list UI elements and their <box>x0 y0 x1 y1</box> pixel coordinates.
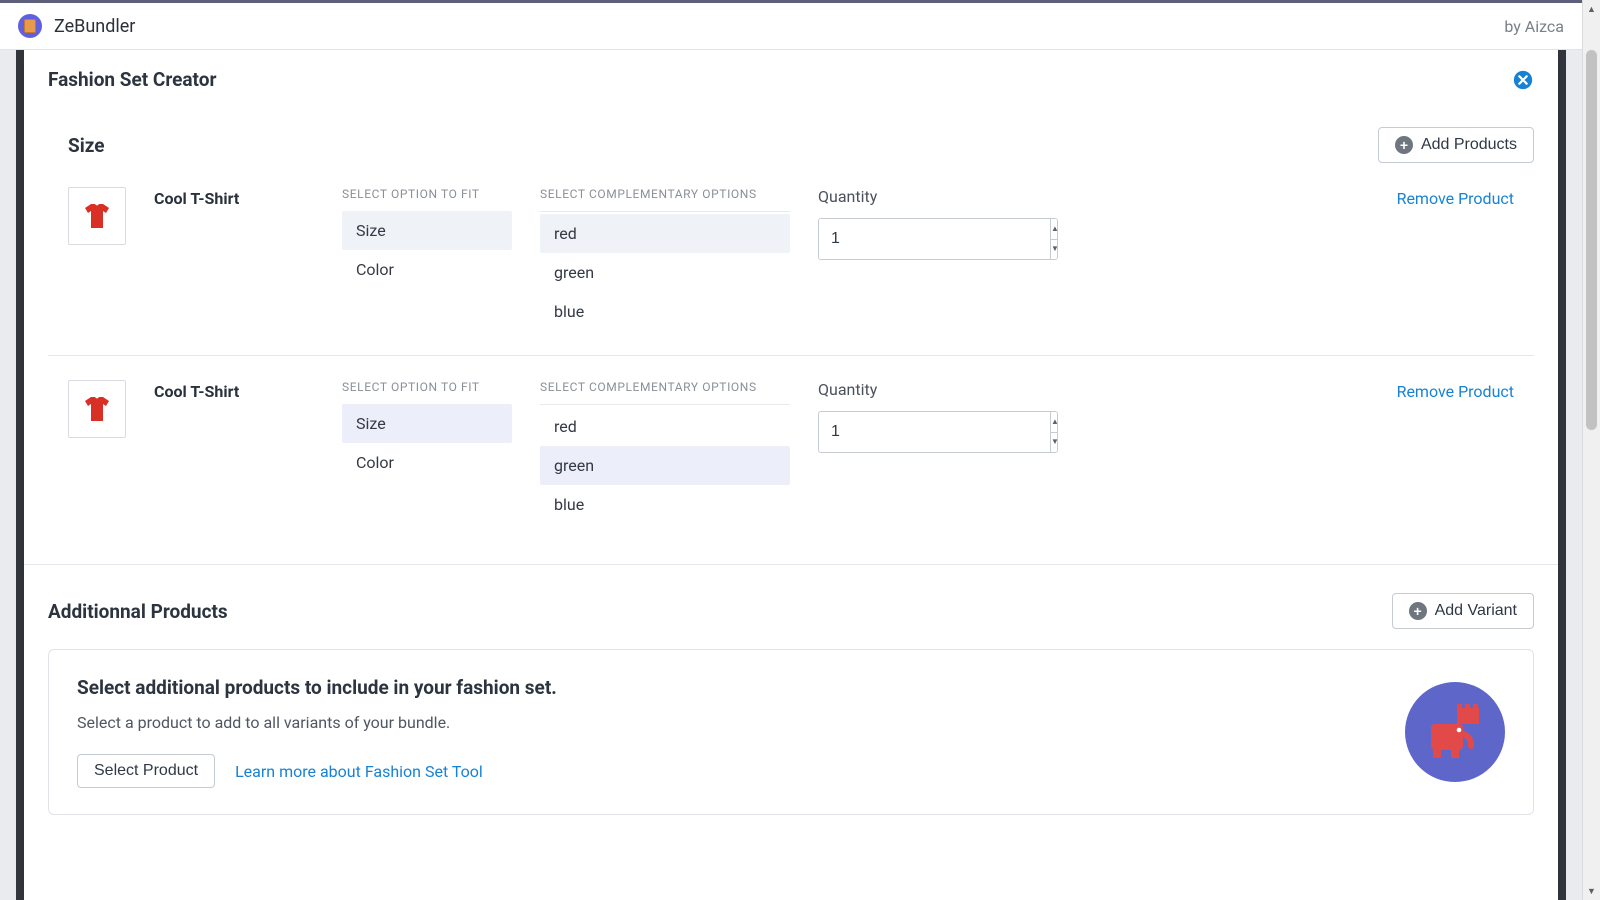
quantity-down[interactable]: ▼ <box>1051 433 1058 453</box>
plus-circle-icon: + <box>1395 136 1413 154</box>
remove-column: Remove Product <box>1397 380 1514 401</box>
fit-option-color[interactable]: Color <box>342 443 512 482</box>
app-logo-glyph <box>24 19 36 33</box>
additional-section: Additionnal Products + Add Variant Selec… <box>48 565 1534 815</box>
modal-body: Size + Add Products Cool T-Shirt <box>24 99 1558 900</box>
comp-options: red green blue <box>540 211 790 331</box>
select-product-button[interactable]: Select Product <box>77 754 215 788</box>
add-variant-button[interactable]: + Add Variant <box>1392 593 1534 629</box>
add-products-label: Add Products <box>1421 137 1517 153</box>
close-icon <box>1512 69 1534 91</box>
quantity-spin: ▲ ▼ <box>1050 219 1058 259</box>
scrollbar-thumb[interactable] <box>1586 50 1597 430</box>
quantity-input[interactable] <box>819 219 1050 259</box>
page-shell: ▲ ▼ ZeBundler by Aizca Fashion Set Creat… <box>0 0 1600 900</box>
fit-options: Size Color <box>342 211 512 289</box>
comp-option-green[interactable]: green <box>540 446 790 485</box>
size-section-head: Size + Add Products <box>48 127 1534 163</box>
quantity-input[interactable] <box>819 412 1050 452</box>
size-section-title: Size <box>48 134 105 157</box>
size-section: Size + Add Products Cool T-Shirt <box>48 99 1534 548</box>
comp-option-blue[interactable]: blue <box>540 485 790 524</box>
quantity-column: Quantity ▲ ▼ <box>818 187 1058 260</box>
scrollbar-up-arrow[interactable]: ▲ <box>1583 0 1600 18</box>
remove-product-link[interactable]: Remove Product <box>1397 189 1514 208</box>
comp-option-blue[interactable]: blue <box>540 292 790 331</box>
card-actions: Select Product Learn more about Fashion … <box>77 754 1381 788</box>
app-logo <box>18 14 42 38</box>
close-button[interactable] <box>1512 69 1534 91</box>
fit-option-column: SELECT OPTION TO FIT Size Color <box>342 187 512 289</box>
comp-options: red green blue <box>540 404 790 524</box>
modal-title: Fashion Set Creator <box>48 68 216 91</box>
fashion-set-modal: Fashion Set Creator Size + Add Products <box>24 50 1558 900</box>
quantity-spin: ▲ ▼ <box>1050 412 1058 452</box>
product-thumbnail <box>68 380 126 438</box>
quantity-label: Quantity <box>818 187 1058 206</box>
fit-option-size[interactable]: Size <box>342 404 512 443</box>
comp-option-green[interactable]: green <box>540 253 790 292</box>
quantity-column: Quantity ▲ ▼ <box>818 380 1058 453</box>
app-name: ZeBundler <box>54 16 135 37</box>
card-text: Select additional products to include in… <box>77 676 1381 788</box>
tshirt-icon <box>81 393 113 425</box>
scrollbar-down-arrow[interactable]: ▼ <box>1583 882 1600 900</box>
select-product-label: Select Product <box>94 763 198 779</box>
product-name: Cool T-Shirt <box>154 187 314 208</box>
modal-header: Fashion Set Creator <box>24 50 1558 99</box>
card-title: Select additional products to include in… <box>77 676 1381 699</box>
tshirt-icon <box>81 200 113 232</box>
complementary-option-column: SELECT COMPLEMENTARY OPTIONS red green b… <box>540 187 790 331</box>
add-products-button[interactable]: + Add Products <box>1378 127 1534 163</box>
comp-column-label: SELECT COMPLEMENTARY OPTIONS <box>540 380 790 394</box>
quantity-label: Quantity <box>818 380 1058 399</box>
background-right-sliver <box>1566 50 1582 900</box>
app-byline: by Aizca <box>1504 17 1564 36</box>
learn-more-link[interactable]: Learn more about Fashion Set Tool <box>235 762 483 781</box>
product-row: Cool T-Shirt SELECT OPTION TO FIT Size C… <box>48 355 1534 548</box>
remove-column: Remove Product <box>1397 187 1514 208</box>
quantity-stepper[interactable]: ▲ ▼ <box>818 218 1058 260</box>
add-variant-label: Add Variant <box>1435 603 1517 619</box>
plus-circle-icon: + <box>1409 602 1427 620</box>
fit-option-size[interactable]: Size <box>342 211 512 250</box>
card-body: Select a product to add to all variants … <box>77 713 1381 732</box>
product-thumbnail <box>68 187 126 245</box>
fit-options: Size Color <box>342 404 512 482</box>
product-row: Cool T-Shirt SELECT OPTION TO FIT Size C… <box>48 163 1534 355</box>
quantity-down[interactable]: ▼ <box>1051 240 1058 260</box>
page-scrollbar[interactable]: ▲ ▼ <box>1582 0 1600 900</box>
additional-section-title: Additionnal Products <box>48 600 228 623</box>
quantity-up[interactable]: ▲ <box>1051 219 1058 240</box>
fit-option-column: SELECT OPTION TO FIT Size Color <box>342 380 512 482</box>
remove-product-link[interactable]: Remove Product <box>1397 382 1514 401</box>
product-name: Cool T-Shirt <box>154 380 314 401</box>
fit-column-label: SELECT OPTION TO FIT <box>342 187 512 201</box>
comp-column-label: SELECT COMPLEMENTARY OPTIONS <box>540 187 790 201</box>
fit-column-label: SELECT OPTION TO FIT <box>342 380 512 394</box>
quantity-stepper[interactable]: ▲ ▼ <box>818 411 1058 453</box>
app-bar: ZeBundler by Aizca <box>0 0 1582 50</box>
additional-section-head: Additionnal Products + Add Variant <box>48 593 1534 629</box>
comp-option-red[interactable]: red <box>540 407 790 446</box>
castle-elephant-icon <box>1423 700 1487 764</box>
background-left-sliver <box>0 50 16 900</box>
fit-option-color[interactable]: Color <box>342 250 512 289</box>
quantity-up[interactable]: ▲ <box>1051 412 1058 433</box>
additional-products-card: Select additional products to include in… <box>48 649 1534 815</box>
comp-option-red[interactable]: red <box>540 214 790 253</box>
complementary-option-column: SELECT COMPLEMENTARY OPTIONS red green b… <box>540 380 790 524</box>
card-illustration <box>1405 682 1505 782</box>
